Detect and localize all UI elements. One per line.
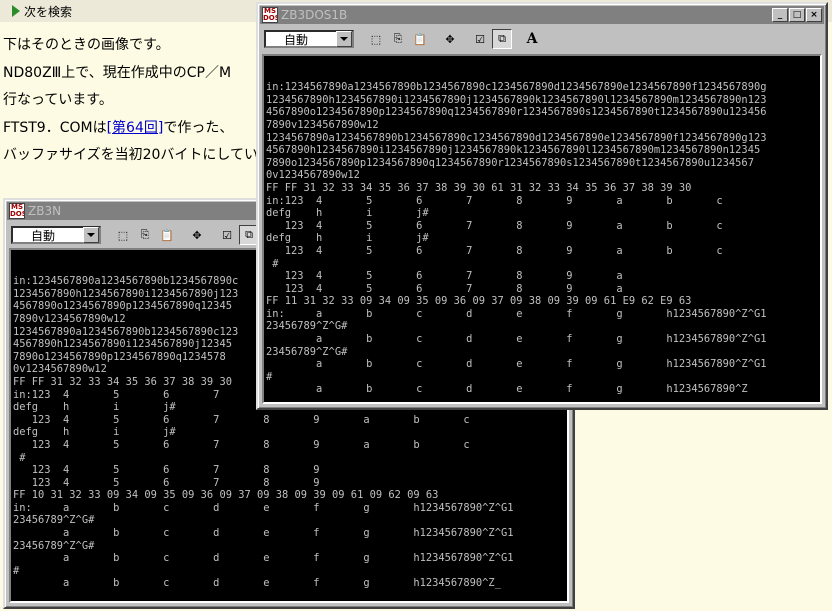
console-line: a b c d e f g h1234567890^Z^G1	[266, 358, 767, 371]
console-line: #	[13, 564, 20, 577]
console-line: 7890o1234567890p1234567890q1234567890r12…	[266, 156, 754, 169]
chevron-down-icon[interactable]	[336, 31, 352, 47]
console-line: #	[266, 370, 273, 383]
fullscreen-icon[interactable]: ✥	[187, 225, 207, 245]
console-line: a b c d e f g h1234567890^Z^G1	[13, 552, 514, 565]
msdos-icon: MSDOS	[9, 203, 25, 219]
console-line: 23456789^Z^G#	[13, 539, 95, 552]
console-line: in: a b c d e f g h1234567890^Z^G1	[266, 307, 767, 320]
window-title: ZB3DOS1B	[281, 8, 348, 22]
find-next-button[interactable]: 次を検索	[12, 3, 72, 19]
find-next-label: 次を検索	[24, 4, 73, 19]
console-output[interactable]: in:1234567890a1234567890b1234567890c1234…	[262, 54, 822, 404]
console-line: a b c d e f g h1234567890^Z^G1	[13, 527, 514, 540]
console-line: in: a b c d e f g h1234567890^Z^G1	[13, 501, 514, 514]
msdos-icon: MSDOS	[262, 7, 278, 23]
minimize-icon[interactable]: _	[772, 8, 788, 22]
chevron-down-icon[interactable]	[83, 227, 99, 243]
console-line: #	[266, 257, 279, 270]
console-line: 123 4 5 6 7 8 9	[13, 476, 320, 489]
mark-icon[interactable]: ⬚	[113, 225, 133, 245]
console-line: a b c d e f g h1234567890^Z^G1	[266, 333, 767, 346]
font-size-select[interactable]: 自動	[264, 30, 354, 48]
console-line: FF 11 31 32 33 09 34 09 35 09 36 09 37 0…	[266, 295, 692, 308]
background-icon[interactable]: ⧉	[492, 29, 512, 49]
console-line: 23456789^Z^G#	[266, 345, 348, 358]
console-line: 123 4 5 6 7 8 9 a b c	[266, 244, 723, 257]
console-line: 23456789^Z^G#	[13, 514, 95, 527]
console-line: 123 4 5 6 7 8 9 a	[266, 270, 623, 283]
console-line: 123 4 5 6 7 8 9 a b c	[13, 438, 470, 451]
titlebar[interactable]: MSDOS ZB3DOS1B _ □ ×	[260, 6, 824, 24]
console-line: a b c d e f g h1234567890^Z	[266, 383, 748, 396]
page-line-5: バッファサイズを当初20バイトにしてい	[3, 147, 258, 163]
page-line-2: ND80ZⅢ上で、現在作成中のCP／M	[3, 65, 232, 81]
window-zb3dos1b[interactable]: MSDOS ZB3DOS1B _ □ × 自動 ⬚ ⎘ 📋 ✥ ☑ ⧉ A in…	[256, 2, 828, 410]
close-icon[interactable]: ×	[806, 8, 822, 22]
console-line: defg h i j#	[266, 207, 429, 220]
console-line: in:1234567890a1234567890b1234567890c1234…	[266, 81, 767, 94]
font-size-select[interactable]: 自動	[11, 226, 101, 244]
article-link[interactable]: [第64回]	[107, 120, 164, 136]
maximize-icon[interactable]: □	[789, 8, 805, 22]
paste-icon[interactable]: 📋	[410, 29, 430, 49]
console-line: 1234567890h1234567890i1234567890j1234567…	[266, 93, 767, 106]
console-line: 123 4 5 6 7 8 9 a	[266, 282, 623, 295]
console-line: 4567890o1234567890p1234567890q1234567890…	[266, 106, 767, 119]
console-line: 0v1234567890w12	[266, 169, 360, 182]
copy-icon[interactable]: ⎘	[135, 225, 155, 245]
console-line: defg h i j#	[266, 232, 429, 245]
console-line: 123 4 5 6 7 8 9 a b c	[266, 219, 723, 232]
console-line: 123 4 5 6 7 8 9 a b c	[13, 413, 470, 426]
console-line: 23456789^Z^G#	[266, 320, 348, 333]
font-size-value: 自動	[284, 32, 309, 47]
console-line: FF 10 31 32 33 09 34 09 35 09 36 09 37 0…	[13, 489, 439, 502]
toolbar: 自動 ⬚ ⎘ 📋 ✥ ☑ ⧉ A	[260, 26, 824, 52]
console-line: 7890v1234567890w12	[266, 118, 379, 131]
mark-icon[interactable]: ⬚	[366, 29, 386, 49]
fullscreen-icon[interactable]: ✥	[440, 29, 460, 49]
console-line: defg h i j#	[13, 426, 176, 439]
console-line: #	[13, 451, 26, 464]
paste-icon[interactable]: 📋	[157, 225, 177, 245]
console-line: a b c d e f g h1234567890^Z_	[13, 577, 501, 590]
copy-icon[interactable]: ⎘	[388, 29, 408, 49]
properties-icon[interactable]: ☑	[217, 225, 237, 245]
page-line-1: 下はそのときの画像です。	[3, 37, 170, 53]
play-icon	[12, 5, 20, 17]
properties-icon[interactable]: ☑	[470, 29, 490, 49]
console-line: FF FF 31 32 33 34 35 36 37 38 39 30 61 3…	[266, 181, 692, 194]
console-line: 123 4 5 6 7 8 9	[13, 464, 320, 477]
page-line-3: 行なっています。	[3, 92, 113, 108]
font-size-value: 自動	[31, 228, 56, 243]
console-line: 1234567890a1234567890b1234567890c1234567…	[266, 131, 767, 144]
console-line: in:123 4 5 6 7 8 9 a b c	[266, 194, 723, 207]
page-line-4: FTST9．COMは[第64回]で作った、	[3, 120, 234, 136]
font-icon[interactable]: A	[522, 29, 542, 49]
console-line: 4567890h1234567890i1234567890j1234567890…	[266, 144, 761, 157]
